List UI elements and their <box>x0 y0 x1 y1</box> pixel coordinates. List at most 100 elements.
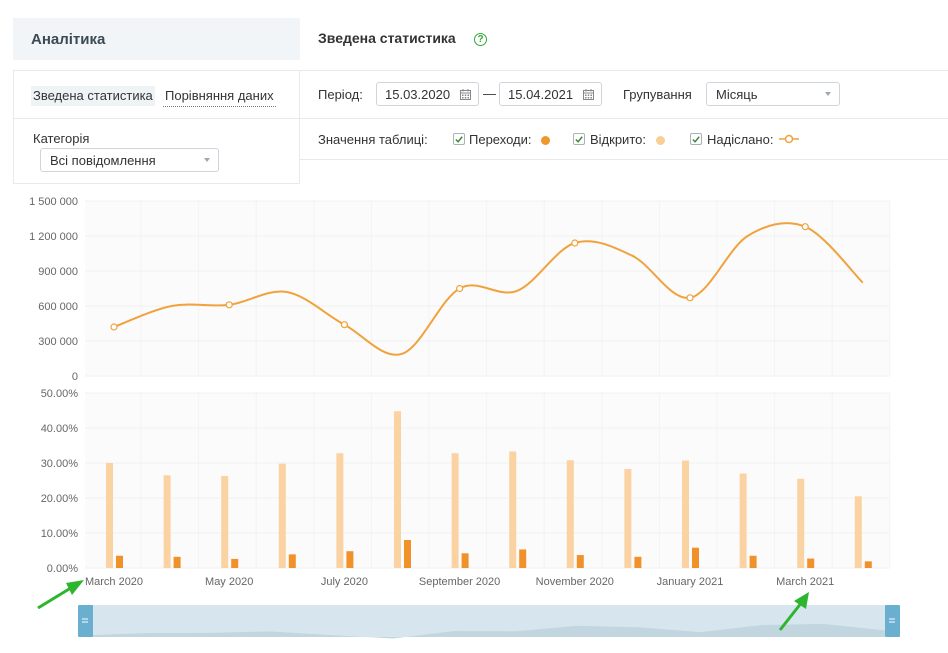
bar-chart-y-axis: 50.00% 40.00% 30.00% 20.00% 10.00% 0.00% <box>41 388 79 575</box>
help-icon-glyph: ? <box>477 34 484 45</box>
grouping-label: Групування <box>623 87 692 102</box>
x-axis-labels: March 2020 May 2020 July 2020 September 202… <box>85 576 834 588</box>
range-navigator[interactable] <box>78 605 900 639</box>
analytics-title: Аналітика <box>31 30 106 48</box>
bar-clicks <box>116 555 123 568</box>
y-tick-label: 10.00% <box>41 528 79 540</box>
date-separator: — <box>483 86 496 101</box>
y-tick-label: 0.00% <box>47 563 78 575</box>
category-select-value: Всі повідомлення <box>50 152 156 168</box>
category-label: Категорія <box>33 131 90 146</box>
x-tick-label: March 2020 <box>85 576 143 588</box>
tab-data-comparison[interactable]: Порівняння даних <box>163 86 276 107</box>
line-point <box>686 294 694 302</box>
category-select[interactable]: Всі повідомлення <box>40 148 219 172</box>
check-icon <box>455 135 463 143</box>
page-title: Зведена статистика <box>318 30 456 46</box>
x-tick-label: July 2020 <box>321 576 368 588</box>
bar-clicks <box>461 553 469 568</box>
bar-clicks <box>749 555 757 568</box>
analytics-header: Аналітика <box>13 18 300 60</box>
bar-clicks <box>692 547 699 568</box>
line-point <box>225 301 233 309</box>
bar-clicks <box>346 551 354 568</box>
x-tick-label: January 2021 <box>657 576 724 588</box>
y-tick-label: 0 <box>72 371 78 383</box>
date-from-input[interactable]: 15.03.2020 <box>376 82 479 106</box>
bar-opened <box>106 463 113 568</box>
bar-clicks <box>807 558 815 568</box>
bar-opened <box>566 460 574 568</box>
opened-checkbox[interactable] <box>573 133 585 145</box>
grouping-select[interactable]: Місяць <box>706 82 840 106</box>
line-point <box>456 284 464 293</box>
bar-opened <box>221 475 229 568</box>
legend-sent-marker <box>779 134 799 144</box>
y-tick-label: 20.00% <box>41 493 79 505</box>
tab-summary-stats[interactable]: Зведена статистика <box>31 86 155 106</box>
header-divider <box>300 70 948 71</box>
table-values-label: Значення таблиці: <box>318 132 428 147</box>
calendar-icon[interactable] <box>583 89 594 100</box>
bar-chart-grid <box>85 392 891 569</box>
bar-clicks <box>634 556 642 568</box>
clicks-checkbox[interactable] <box>453 133 465 145</box>
filters-divider <box>300 118 948 119</box>
date-from-value: 15.03.2020 <box>385 86 451 102</box>
x-tick-label: September 2020 <box>419 576 500 588</box>
chevron-down-icon <box>825 92 831 96</box>
check-icon <box>692 135 700 143</box>
y-tick-label: 1 200 000 <box>29 231 78 243</box>
x-tick-label: March 2021 <box>776 576 834 588</box>
bar-clicks <box>519 549 527 568</box>
bar-opened <box>682 460 689 568</box>
bar-clicks <box>173 556 181 568</box>
sent-checkbox[interactable] <box>690 133 702 145</box>
legend-clicks-label: Переходи: <box>469 132 532 147</box>
y-tick-label: 50.00% <box>41 388 79 400</box>
y-tick-label: 40.00% <box>41 423 79 435</box>
bar-clicks <box>864 561 872 568</box>
legend-clicks-marker <box>541 136 550 145</box>
bar-opened <box>854 496 862 568</box>
bar-opened <box>739 473 747 568</box>
line-point <box>801 223 809 231</box>
chevron-down-icon <box>204 158 210 162</box>
period-label: Період: <box>318 87 363 102</box>
bar-clicks <box>576 555 584 568</box>
legend-sent-label: Надіслано: <box>707 132 774 147</box>
calendar-icon[interactable] <box>460 89 471 100</box>
line-point <box>571 239 579 247</box>
line-point <box>340 321 348 329</box>
bar-opened <box>394 411 401 568</box>
navigator-left-handle[interactable] <box>78 605 93 637</box>
bar-opened <box>336 453 344 568</box>
y-tick-label: 1 500 000 <box>29 196 78 208</box>
check-icon <box>575 135 583 143</box>
date-to-input[interactable]: 15.04.2021 <box>499 82 602 106</box>
line-chart-y-axis: 1 500 000 1 200 000 900 000 600 000 300 000 0 <box>29 196 78 383</box>
bar-opened <box>278 463 286 568</box>
bar-clicks <box>404 540 411 568</box>
bar-opened <box>624 468 632 568</box>
y-tick-label: 600 000 <box>38 301 78 313</box>
help-icon[interactable]: ? <box>474 33 487 46</box>
bar-opened <box>451 453 459 568</box>
values-divider <box>300 159 948 160</box>
line-point <box>110 323 118 331</box>
navigator-right-handle[interactable] <box>885 605 900 637</box>
y-tick-label: 300 000 <box>38 336 78 348</box>
bar-opened <box>163 475 171 568</box>
legend-opened-marker <box>656 136 665 145</box>
y-tick-label: 30.00% <box>41 458 79 470</box>
statistics-chart: 1 500 000 1 200 000 900 000 600 000 300 000 0… <box>29 196 900 639</box>
bar-clicks <box>231 558 239 568</box>
y-tick-label: 900 000 <box>38 266 78 278</box>
x-tick-label: May 2020 <box>205 576 253 588</box>
date-to-value: 15.04.2021 <box>508 86 574 102</box>
bar-clicks <box>288 554 296 568</box>
left-panel-divider <box>13 118 300 119</box>
legend-opened-label: Відкрито: <box>590 132 646 147</box>
x-tick-label: November 2020 <box>536 576 614 588</box>
bar-opened <box>509 451 517 568</box>
